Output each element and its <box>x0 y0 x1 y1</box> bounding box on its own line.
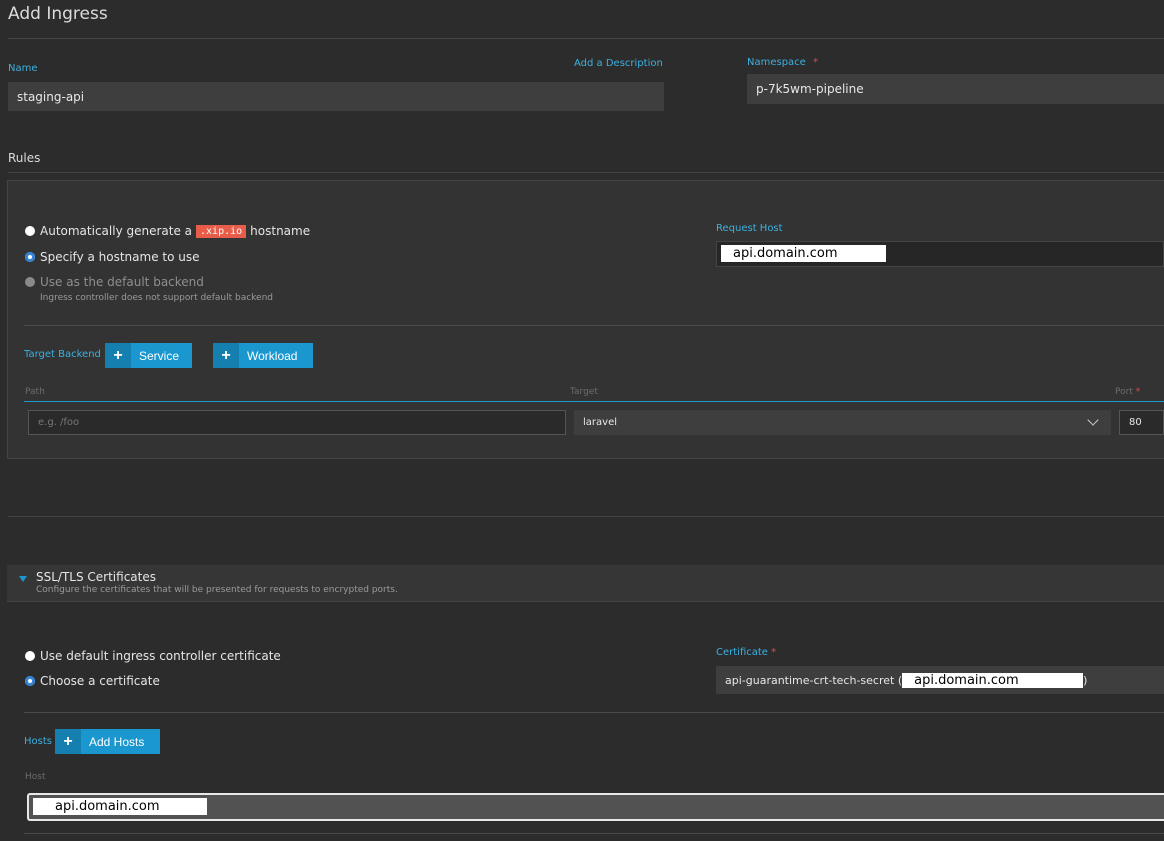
add-hosts-button[interactable]: + Add Hosts <box>55 729 160 754</box>
port-value: 80 <box>1129 417 1142 428</box>
certificate-domain: api.domain.com <box>902 672 1084 688</box>
radio-label: Specify a hostname to use <box>40 250 200 264</box>
divider <box>8 38 1164 39</box>
request-host-input[interactable]: api.domain.com <box>716 241 1164 267</box>
host-value: api.domain.com <box>33 798 207 815</box>
plus-icon: + <box>105 343 131 368</box>
radio-button[interactable] <box>25 676 35 686</box>
target-column-header: Target <box>570 387 598 397</box>
divider <box>24 712 1164 713</box>
namespace-value: p-7k5wm-pipeline <box>756 82 864 96</box>
radio-button[interactable] <box>25 651 35 661</box>
table-header-underline <box>24 401 1164 402</box>
add-service-button[interactable]: + Service <box>105 343 192 368</box>
radio-default-backend[interactable]: Use as the default backend <box>25 275 204 289</box>
namespace-label-text: Namespace <box>747 57 806 68</box>
target-backend-label: Target Backend <box>24 349 101 360</box>
rules-heading: Rules <box>8 151 41 165</box>
name-label: Name <box>8 63 38 74</box>
divider <box>24 833 1164 834</box>
hosts-label: Hosts <box>24 736 52 747</box>
add-description-link[interactable]: Add a Description <box>574 58 663 69</box>
ssl-section-header[interactable]: SSL/TLS Certificates Configure the certi… <box>7 565 1164 602</box>
path-placeholder: e.g. /foo <box>38 417 80 428</box>
port-header-text: Port <box>1115 387 1133 397</box>
port-required-mark: * <box>1135 387 1141 397</box>
certificate-label-text: Certificate <box>716 647 768 658</box>
radio-label-suffix: hostname <box>250 224 311 238</box>
radio-specify-hostname[interactable]: Specify a hostname to use <box>25 250 200 264</box>
port-column-header: Port * <box>1115 387 1140 397</box>
add-workload-button[interactable]: + Workload <box>213 343 313 368</box>
plus-icon: + <box>55 729 81 754</box>
caret-down-icon[interactable] <box>19 576 27 582</box>
name-input[interactable]: staging-api <box>8 82 664 111</box>
radio-label: Automatically generate a <box>40 224 193 238</box>
certificate-close-paren: ) <box>1083 673 1088 687</box>
host-input[interactable]: api.domain.com <box>27 793 1164 821</box>
certificate-select[interactable]: api-guarantime-crt-tech-secret ( api.dom… <box>716 666 1164 694</box>
radio-button[interactable] <box>25 252 35 262</box>
request-host-label: Request Host <box>716 223 783 234</box>
radio-button[interactable] <box>25 226 35 236</box>
certificate-label: Certificate * <box>716 647 776 658</box>
name-value: staging-api <box>17 89 85 104</box>
path-column-header: Path <box>25 387 45 397</box>
path-input[interactable]: e.g. /foo <box>28 410 566 435</box>
radio-label: Use default ingress controller certifica… <box>40 649 281 663</box>
request-host-value: api.domain.com <box>721 245 886 262</box>
certificate-name: api-guarantime-crt-tech-secret ( <box>725 673 903 687</box>
target-select[interactable]: laravel <box>574 410 1111 435</box>
ssl-heading: SSL/TLS Certificates <box>36 570 156 584</box>
default-backend-note: Ingress controller does not support defa… <box>40 293 274 303</box>
namespace-input[interactable]: p-7k5wm-pipeline <box>747 74 1164 104</box>
port-input[interactable]: 80 <box>1119 410 1164 435</box>
xip-badge: .xip.io <box>196 224 247 238</box>
divider <box>24 325 1164 326</box>
button-label: Workload <box>247 348 298 363</box>
namespace-label: Namespace * <box>747 57 818 68</box>
target-value: laravel <box>583 417 617 428</box>
namespace-required-mark: * <box>813 57 819 68</box>
ssl-description: Configure the certificates that will be … <box>36 585 398 595</box>
certificate-required-mark: * <box>771 647 777 658</box>
divider <box>8 172 1164 173</box>
radio-default-certificate[interactable]: Use default ingress controller certifica… <box>25 649 281 663</box>
radio-label: Use as the default backend <box>40 275 204 289</box>
plus-icon: + <box>213 343 239 368</box>
radio-choose-certificate[interactable]: Choose a certificate <box>25 674 160 688</box>
chevron-down-icon <box>1087 414 1099 426</box>
radio-button[interactable] <box>25 277 35 287</box>
radio-label: Choose a certificate <box>40 674 160 688</box>
button-label: Service <box>139 348 180 363</box>
button-label: Add Hosts <box>89 734 145 749</box>
divider <box>8 516 1164 517</box>
host-column-header: Host <box>25 772 46 782</box>
radio-auto-hostname[interactable]: Automatically generate a .xip.io hostnam… <box>25 224 310 238</box>
page-title: Add Ingress <box>8 4 108 24</box>
